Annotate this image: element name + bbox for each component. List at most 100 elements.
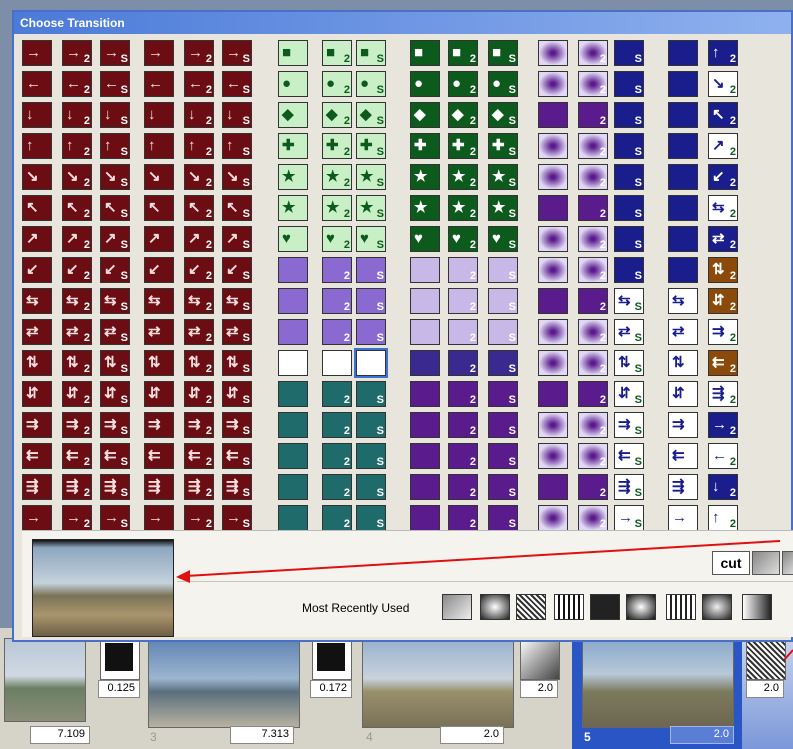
transition-icon[interactable]: ⇇ — [668, 443, 698, 469]
transition-icon[interactable]: 2 — [578, 412, 608, 438]
transition-icon[interactable]: ⇇ S — [222, 443, 252, 469]
transition-icon[interactable]: S — [488, 350, 518, 376]
transition-icon[interactable] — [538, 133, 568, 159]
transition-icon[interactable] — [538, 71, 568, 97]
transition-icon[interactable]: ↙ 2 — [708, 164, 738, 190]
cut-button[interactable]: cut — [712, 551, 750, 575]
transition-icon[interactable]: ♥ 2 — [322, 226, 352, 252]
transition-icon[interactable]: ⇉ S — [100, 412, 130, 438]
transition-icon[interactable]: ⇅ S — [100, 350, 130, 376]
transition-icon[interactable]: ↗ S — [222, 226, 252, 252]
transition-icon[interactable]: → 2 — [62, 505, 92, 531]
transition-icon[interactable] — [410, 319, 440, 345]
transition-icon[interactable]: ⇇ S — [100, 443, 130, 469]
transition-icon[interactable]: S — [488, 257, 518, 283]
transition-icon[interactable]: ★ 2 — [322, 164, 352, 190]
transition-icon[interactable]: 2 — [448, 257, 478, 283]
transition-icon[interactable]: ⇉ 2 — [62, 412, 92, 438]
transition-icon[interactable]: S — [614, 71, 644, 97]
transition-icon[interactable]: ⇆ 2 — [62, 288, 92, 314]
transition-icon[interactable]: ● 2 — [448, 71, 478, 97]
transition-icon[interactable] — [278, 412, 308, 438]
transition-icon[interactable]: ⇅ S — [222, 350, 252, 376]
transition-icon[interactable]: ↓ — [22, 102, 52, 128]
transition-icon[interactable]: 2 — [578, 474, 608, 500]
transition-icon[interactable]: ★ 2 — [448, 164, 478, 190]
transition-icon[interactable]: ⇅ — [144, 350, 174, 376]
clip-thumbnail[interactable] — [582, 638, 734, 728]
transition-icon[interactable]: ← S — [100, 71, 130, 97]
transition-icon[interactable]: ↖ S — [222, 195, 252, 221]
transition-icon[interactable]: S — [488, 319, 518, 345]
transition-icon[interactable]: ⇅ — [22, 350, 52, 376]
transition-icon[interactable]: S — [488, 505, 518, 531]
transition-thumbnail[interactable] — [100, 638, 140, 680]
transition-icon[interactable]: 2 — [448, 505, 478, 531]
transition-icon[interactable]: ⇉ — [668, 412, 698, 438]
transition-icon[interactable]: S — [614, 257, 644, 283]
transition-icon[interactable] — [538, 474, 568, 500]
transition-duration[interactable]: 2.0 — [520, 680, 558, 698]
transition-icon[interactable]: ★ — [278, 164, 308, 190]
transition-icon[interactable]: 2 — [448, 412, 478, 438]
transition-icon[interactable]: ⇄ S — [222, 319, 252, 345]
transition-icon[interactable]: ♥ 2 — [448, 226, 478, 252]
transition-icon[interactable]: ⇇ 2 — [62, 443, 92, 469]
transition-icon[interactable]: 2 — [578, 257, 608, 283]
transition-icon[interactable]: ⇵ S — [100, 381, 130, 407]
transition-icon[interactable] — [668, 133, 698, 159]
transition-icon[interactable]: 2 — [578, 102, 608, 128]
transition-icon[interactable] — [410, 505, 440, 531]
transition-icon[interactable] — [538, 226, 568, 252]
transition-icon[interactable]: S — [488, 381, 518, 407]
transition-icon[interactable] — [278, 474, 308, 500]
transition-icon[interactable]: ⇅ S — [614, 350, 644, 376]
transition-icon[interactable]: ↓ 2 — [62, 102, 92, 128]
transition-icon[interactable] — [538, 102, 568, 128]
transition-icon[interactable]: 2 — [578, 319, 608, 345]
transition-icon[interactable]: ● S — [488, 71, 518, 97]
transition-icon[interactable]: ↖ 2 — [708, 102, 738, 128]
transition-icon[interactable]: → S — [614, 505, 644, 531]
transition-icon[interactable]: ⇄ 2 — [184, 319, 214, 345]
transition-icon[interactable]: 2 — [578, 71, 608, 97]
transition-icon[interactable]: ↘ S — [222, 164, 252, 190]
transition-icon[interactable]: ↘ 2 — [62, 164, 92, 190]
transition-icon[interactable] — [278, 350, 308, 376]
transition-icon[interactable]: ↑ 2 — [62, 133, 92, 159]
transition-icon[interactable]: ⇉ 2 — [708, 319, 738, 345]
transition-icon[interactable]: → S — [222, 505, 252, 531]
transition-icon[interactable]: → — [144, 40, 174, 66]
transition-icon[interactable]: S — [488, 443, 518, 469]
transition-icon[interactable]: 2 — [578, 505, 608, 531]
transition-icon[interactable]: → — [668, 505, 698, 531]
transition-icon[interactable]: ⇶ S — [100, 474, 130, 500]
transition-icon[interactable]: ⇶ S — [614, 474, 644, 500]
transition-icon[interactable] — [278, 443, 308, 469]
transition-icon[interactable]: ✚ S — [488, 133, 518, 159]
transition-icon[interactable]: ★ S — [356, 195, 386, 221]
clip-duration[interactable]: 7.313 — [230, 726, 294, 744]
transition-thumbnail[interactable] — [746, 638, 786, 680]
transition-icon[interactable]: ↓ 2 — [184, 102, 214, 128]
transition-icon[interactable]: ◆ 2 — [322, 102, 352, 128]
transition-icon[interactable]: S — [614, 164, 644, 190]
transition-icon[interactable] — [668, 257, 698, 283]
transition-icon[interactable]: ■ — [278, 40, 308, 66]
transition-icon[interactable]: ✚ — [278, 133, 308, 159]
transition-icon[interactable]: ↑ S — [222, 133, 252, 159]
clip-thumbnail[interactable] — [148, 638, 300, 728]
transition-icon[interactable]: ↑ 2 — [708, 40, 738, 66]
transition-icon[interactable]: ⇵ 2 — [62, 381, 92, 407]
transition-icon[interactable]: 2 — [578, 40, 608, 66]
transition-icon[interactable]: → 2 — [184, 505, 214, 531]
transition-icon[interactable] — [278, 319, 308, 345]
transition-icon[interactable]: ← 2 — [184, 71, 214, 97]
transition-icon[interactable]: S — [356, 381, 386, 407]
transition-icon[interactable] — [538, 381, 568, 407]
transition-icon[interactable]: ◆ — [410, 102, 440, 128]
transition-icon[interactable]: ↗ 2 — [184, 226, 214, 252]
transition-icon[interactable]: ↙ S — [222, 257, 252, 283]
transition-icon[interactable]: → — [144, 505, 174, 531]
transition-icon[interactable]: ↘ — [22, 164, 52, 190]
